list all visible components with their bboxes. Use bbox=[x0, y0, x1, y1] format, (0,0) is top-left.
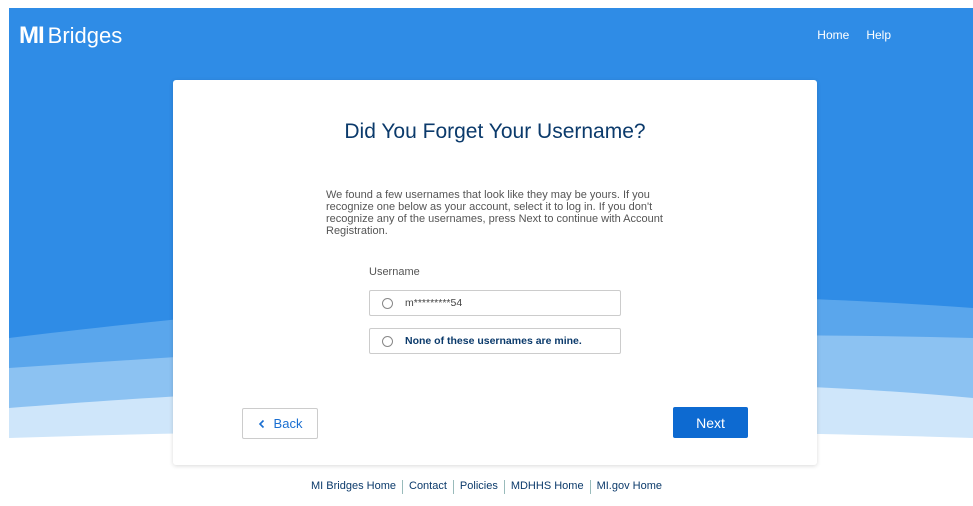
description-text: We found a few usernames that look like … bbox=[326, 189, 663, 237]
username-option[interactable]: m*********54 bbox=[369, 290, 621, 316]
mi-bridges-logo[interactable]: MI Bridges bbox=[19, 22, 122, 50]
top-nav: Home Help bbox=[817, 28, 891, 42]
nav-home-link[interactable]: Home bbox=[817, 28, 849, 42]
footer-link-mi-gov-home[interactable]: MI.gov Home bbox=[591, 480, 668, 494]
forgot-username-card: Did You Forget Your Username? We found a… bbox=[173, 80, 817, 465]
logo-text: Bridges bbox=[47, 23, 123, 48]
logo-mark: MI bbox=[19, 22, 45, 49]
back-label: Back bbox=[273, 416, 303, 431]
username-option-label: m*********54 bbox=[405, 297, 463, 309]
footer-link-policies[interactable]: Policies bbox=[454, 480, 504, 494]
username-label: Username bbox=[369, 266, 420, 278]
footer-links: MI Bridges Home Contact Policies MDHHS H… bbox=[0, 480, 973, 494]
radio-icon[interactable] bbox=[382, 297, 393, 309]
header: MI Bridges Home Help bbox=[9, 8, 973, 64]
footer-link-mdhhs-home[interactable]: MDHHS Home bbox=[505, 480, 590, 494]
none-option-label: None of these usernames are mine. bbox=[405, 335, 582, 347]
page-title: Did You Forget Your Username? bbox=[344, 120, 646, 143]
next-label: Next bbox=[696, 414, 725, 431]
chevron-left-icon bbox=[258, 419, 264, 428]
nav-help-link[interactable]: Help bbox=[866, 28, 891, 42]
radio-icon[interactable] bbox=[382, 335, 393, 347]
footer-link-mi-bridges-home[interactable]: MI Bridges Home bbox=[305, 480, 402, 494]
none-of-these-option[interactable]: None of these usernames are mine. bbox=[369, 328, 621, 354]
footer-link-contact[interactable]: Contact bbox=[403, 480, 453, 494]
next-button[interactable]: Next bbox=[673, 407, 748, 438]
back-button[interactable]: Back bbox=[242, 408, 318, 439]
